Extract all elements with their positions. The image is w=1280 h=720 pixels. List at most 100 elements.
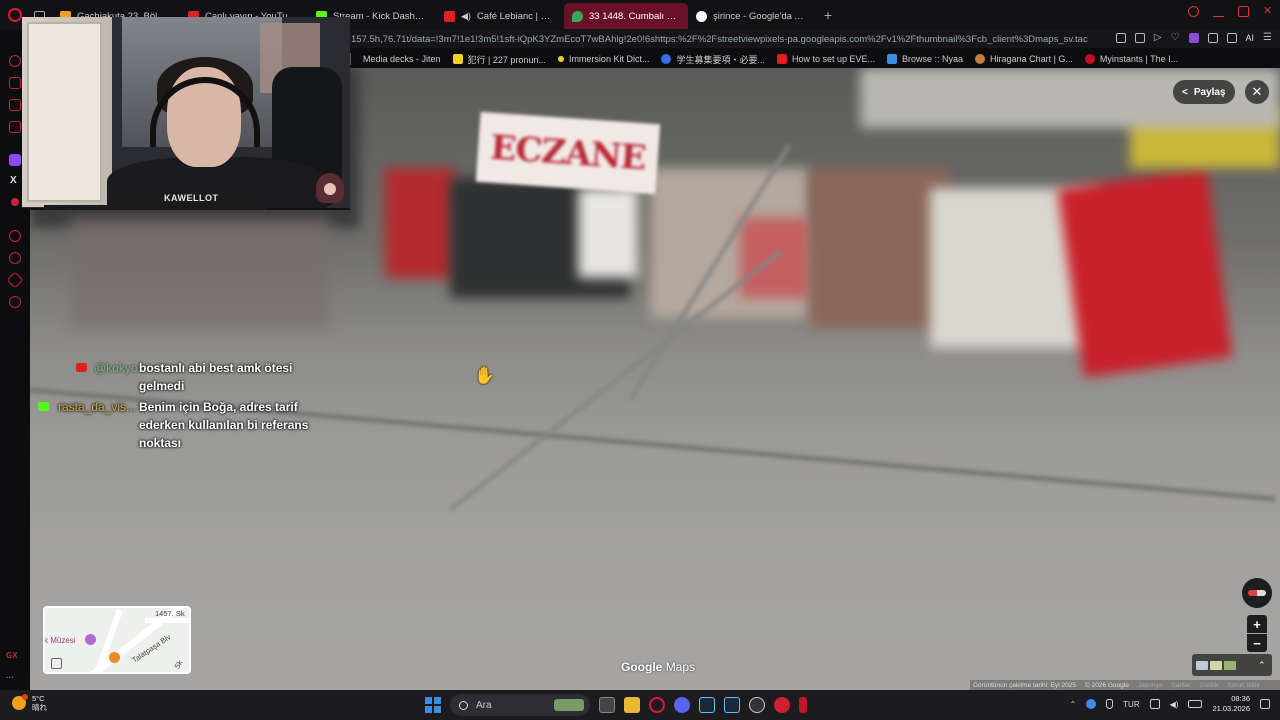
weather-sun-icon — [12, 694, 28, 710]
window-controls: ✕ — [1188, 6, 1274, 17]
sidebar-extensions-icon[interactable] — [6, 271, 24, 289]
map-museum-label: k Müzesi — [44, 636, 76, 645]
search-highlight-icon — [554, 699, 584, 711]
search-tabs-icon[interactable] — [1188, 6, 1199, 17]
bookmark-label: 犯行 | 227 pronun... — [467, 54, 546, 65]
clock[interactable]: 08:36 21.03.2026 — [1212, 694, 1250, 714]
system-tray: ⌃ TUR ◀) 08:36 21.03.2026 — [1069, 694, 1270, 714]
play-icon[interactable]: ▷ — [1154, 32, 1162, 43]
zoom-in-button[interactable]: + — [1247, 615, 1267, 633]
opera-gx-icon[interactable] — [649, 697, 665, 713]
url-field[interactable]: 157.5h,76.71t/data=!3m7!1e1!3m5!1sft-iQp… — [348, 34, 1088, 45]
layer-toggle[interactable]: ⌃ — [1192, 654, 1272, 676]
sidebar-player-icon[interactable] — [9, 230, 21, 242]
notifications-icon[interactable] — [1260, 699, 1270, 709]
weather-temp: 5°C — [32, 694, 45, 703]
bookmark-item[interactable]: Immersion Kit Dict... — [557, 54, 649, 64]
restaurant-pin-icon[interactable] — [109, 652, 120, 663]
microphone-icon[interactable] — [1106, 699, 1114, 709]
zoom-out-button[interactable]: − — [1247, 634, 1267, 652]
file-explorer-icon[interactable] — [624, 697, 640, 713]
sidebar-gx-control-icon[interactable] — [9, 55, 21, 67]
puzzle-icon[interactable] — [1207, 32, 1218, 43]
sidebar-bell-icon[interactable] — [9, 77, 21, 89]
shop-front-brown — [810, 168, 950, 328]
bookmark-item[interactable]: Browse :: Nyaa — [887, 54, 963, 64]
sidebar-more-icon[interactable]: ··· — [6, 673, 14, 682]
weather-widget[interactable]: 5°C 晴れ — [12, 694, 47, 712]
close-street-view-button[interactable]: ✕ — [1245, 80, 1269, 104]
compass-needle-icon — [1248, 590, 1266, 596]
bookmark-item[interactable]: 学生募集要項・必要... — [661, 53, 765, 66]
menu-icon[interactable]: ☰ — [1263, 32, 1272, 43]
tab-google-maps[interactable]: 33 1448. Cumbalı Sk - Go — [564, 3, 688, 29]
share-button[interactable]: < Paylaş — [1173, 80, 1235, 104]
sidebar-music-icon[interactable] — [11, 198, 19, 206]
ai-button[interactable]: AI — [1246, 33, 1255, 43]
sidebar-shield-icon[interactable] — [9, 99, 21, 111]
snapshot-icon[interactable] — [1134, 32, 1145, 43]
museum-pin-icon[interactable] — [85, 634, 96, 645]
bookmark-item[interactable]: How to set up EVE... — [776, 54, 875, 64]
close-window-icon[interactable]: ✕ — [1263, 6, 1274, 17]
country-link[interactable]: Japonya — [1138, 682, 1163, 689]
map-road — [145, 618, 189, 623]
chat-username: rasta_da_vis... — [58, 400, 137, 414]
heart-icon[interactable]: ♡ — [1171, 32, 1180, 43]
map-attribution: Görüntünün çekilme tarihi: Eyl 2025 © 20… — [970, 680, 1280, 690]
privacy-link[interactable]: Gizlilik — [1200, 682, 1219, 689]
sidebar-x-icon[interactable]: X — [10, 175, 17, 186]
tray-app-icon[interactable] — [1086, 699, 1097, 709]
map-street-label: 1457. Sk — [155, 609, 185, 618]
obs-icon[interactable] — [749, 697, 765, 713]
bookmark-label: Hiragana Chart | G... — [990, 54, 1073, 64]
expand-up-icon[interactable]: ⌃ — [1258, 660, 1266, 671]
discord-icon[interactable] — [674, 697, 690, 713]
bookmark-icon[interactable] — [1115, 32, 1126, 43]
map-side-label: Sk — [172, 658, 185, 671]
task-view-icon[interactable] — [599, 697, 615, 713]
network-icon[interactable] — [1149, 699, 1160, 709]
share-label: Paylaş — [1193, 86, 1226, 98]
report-link[interactable]: Sorun bildir — [1227, 682, 1260, 689]
stream-chat-overlay: @kokyo bostanlı abi best amk ötesi gelme… — [36, 359, 336, 455]
minimize-icon[interactable] — [1213, 6, 1224, 17]
chat-message: rasta_da_vis... Benim için Boğa, adres t… — [36, 398, 336, 452]
red-app-icon[interactable] — [774, 697, 790, 713]
bookmark-item[interactable]: 犯行 | 227 pronun... — [452, 53, 546, 66]
maximize-icon[interactable] — [1238, 6, 1249, 17]
bookmark-item[interactable]: Hiragana Chart | G... — [975, 54, 1073, 64]
webcam-underbar — [44, 205, 266, 210]
sidebar-settings-icon[interactable] — [9, 296, 21, 308]
youtube-icon — [444, 10, 455, 22]
speaker-icon[interactable]: ◀) — [461, 11, 471, 22]
compass-button[interactable] — [1242, 578, 1272, 608]
terms-link[interactable]: Şartlar — [1171, 682, 1190, 689]
sidebar-calendar-icon[interactable] — [9, 121, 21, 133]
lock-icon[interactable] — [1226, 32, 1237, 43]
sidebar-twitch-icon[interactable] — [9, 154, 21, 166]
windows-start-icon[interactable] — [425, 697, 441, 713]
steam-icon[interactable] — [699, 697, 715, 713]
bookmark-item[interactable]: Media decks - Jiten — [363, 54, 441, 64]
tray-overflow-icon[interactable]: ⌃ — [1069, 700, 1076, 709]
battery-icon[interactable] — [1188, 700, 1203, 708]
red-figure — [385, 168, 455, 278]
sidebar-history-icon[interactable] — [9, 252, 21, 264]
extension-icon[interactable] — [1188, 32, 1199, 43]
bookmark-item[interactable]: Myinstants | The I... — [1084, 54, 1179, 64]
steam-icon-2[interactable] — [724, 697, 740, 713]
new-tab-button[interactable]: + — [816, 7, 840, 23]
bookmark-label: Media decks - Jiten — [363, 54, 441, 64]
volume-icon[interactable]: ◀) — [1170, 700, 1179, 709]
tab-cafe-lebianc[interactable]: ◀) Café Lebianc | Coffee — [436, 3, 564, 29]
tab-google-search[interactable]: şirince - Google'da Ara — [688, 3, 816, 29]
language-indicator[interactable]: TUR — [1123, 700, 1139, 709]
mini-map[interactable]: 1457. Sk k Müzesi Talatpaşa Blv Sk — [43, 606, 191, 674]
taskbar-search[interactable]: Ara — [450, 694, 590, 716]
capture-date: Görüntünün çekilme tarihi: Eyl 2025 — [973, 681, 1076, 689]
game-app-icon[interactable] — [799, 697, 807, 713]
expand-map-icon[interactable] — [51, 658, 62, 669]
bookmark-label: Myinstants | The I... — [1099, 54, 1179, 64]
maps-pin-icon — [572, 10, 583, 22]
